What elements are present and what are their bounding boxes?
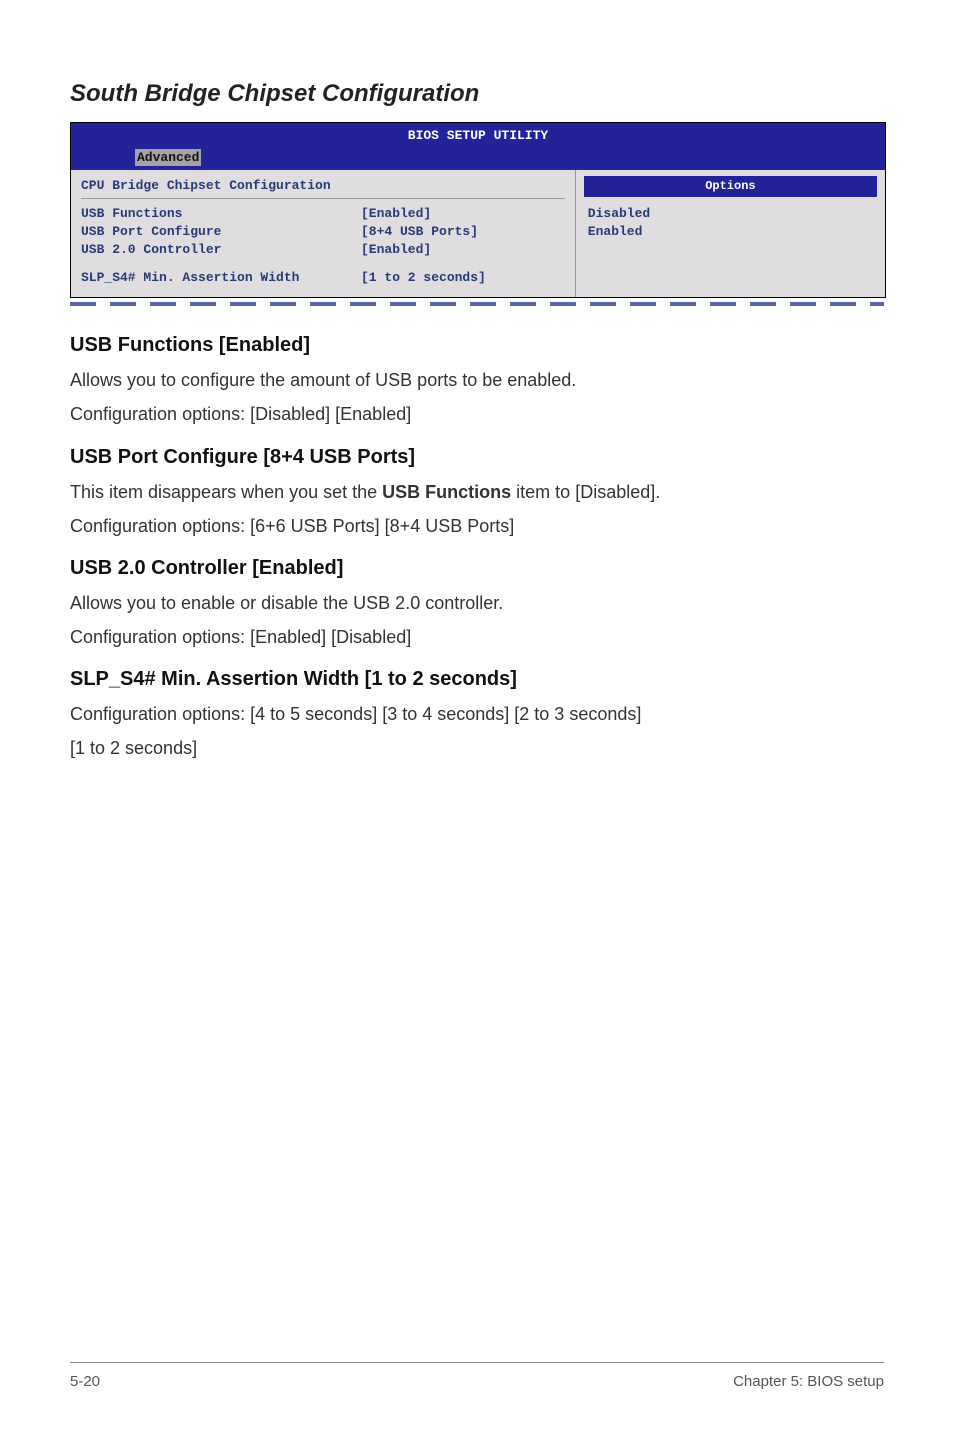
bios-label: SLP_S4# Min. Assertion Width [81, 269, 361, 287]
tab-advanced[interactable]: Advanced [135, 149, 201, 166]
option-disabled[interactable]: Disabled [584, 205, 877, 223]
body-text: Allows you to enable or disable the USB … [70, 590, 884, 616]
bios-window: BIOS SETUP UTILITY Advanced CPU Bridge C… [70, 122, 886, 298]
bios-value: [Enabled] [361, 205, 431, 223]
options-header: Options [584, 176, 877, 197]
body-text: Configuration options: [4 to 5 seconds] … [70, 701, 884, 727]
body-text: Configuration options: [Enabled] [Disabl… [70, 624, 884, 650]
bios-panel-title: CPU Bridge Chipset Configuration [81, 173, 565, 198]
bios-label: USB Functions [81, 205, 361, 223]
option-enabled[interactable]: Enabled [584, 223, 877, 241]
south-bridge-heading: South Bridge Chipset Configuration [70, 80, 884, 108]
usb-functions-heading: USB Functions [Enabled] [70, 334, 884, 357]
bios-row-usb-port-configure[interactable]: USB Port Configure [8+4 USB Ports] [81, 223, 565, 241]
bios-value: [Enabled] [361, 241, 431, 259]
bios-value: [1 to 2 seconds] [361, 269, 486, 287]
usb-2-controller-heading: USB 2.0 Controller [Enabled] [70, 557, 884, 580]
body-text: Allows you to configure the amount of US… [70, 367, 884, 393]
chapter-label: Chapter 5: BIOS setup [733, 1373, 884, 1390]
bios-row-slp-s4[interactable]: SLP_S4# Min. Assertion Width [1 to 2 sec… [81, 269, 565, 287]
bios-label: USB 2.0 Controller [81, 241, 361, 259]
bios-label: USB Port Configure [81, 223, 361, 241]
dashed-rule [70, 302, 884, 306]
body-text: This item disappears when you set the US… [70, 479, 884, 505]
bios-title: BIOS SETUP UTILITY [71, 123, 885, 149]
bios-value: [8+4 USB Ports] [361, 223, 478, 241]
bios-tab-row: Advanced [71, 149, 885, 170]
page-number: 5-20 [70, 1373, 100, 1390]
body-text: Configuration options: [6+6 USB Ports] [… [70, 513, 884, 539]
bios-row-usb-functions[interactable]: USB Functions [Enabled] [81, 205, 565, 223]
usb-port-configure-heading: USB Port Configure [8+4 USB Ports] [70, 446, 884, 469]
bios-row-usb-2-controller[interactable]: USB 2.0 Controller [Enabled] [81, 241, 565, 259]
body-text: [1 to 2 seconds] [70, 735, 884, 761]
slp-s4-heading: SLP_S4# Min. Assertion Width [1 to 2 sec… [70, 668, 884, 691]
body-text: Configuration options: [Disabled] [Enabl… [70, 401, 884, 427]
